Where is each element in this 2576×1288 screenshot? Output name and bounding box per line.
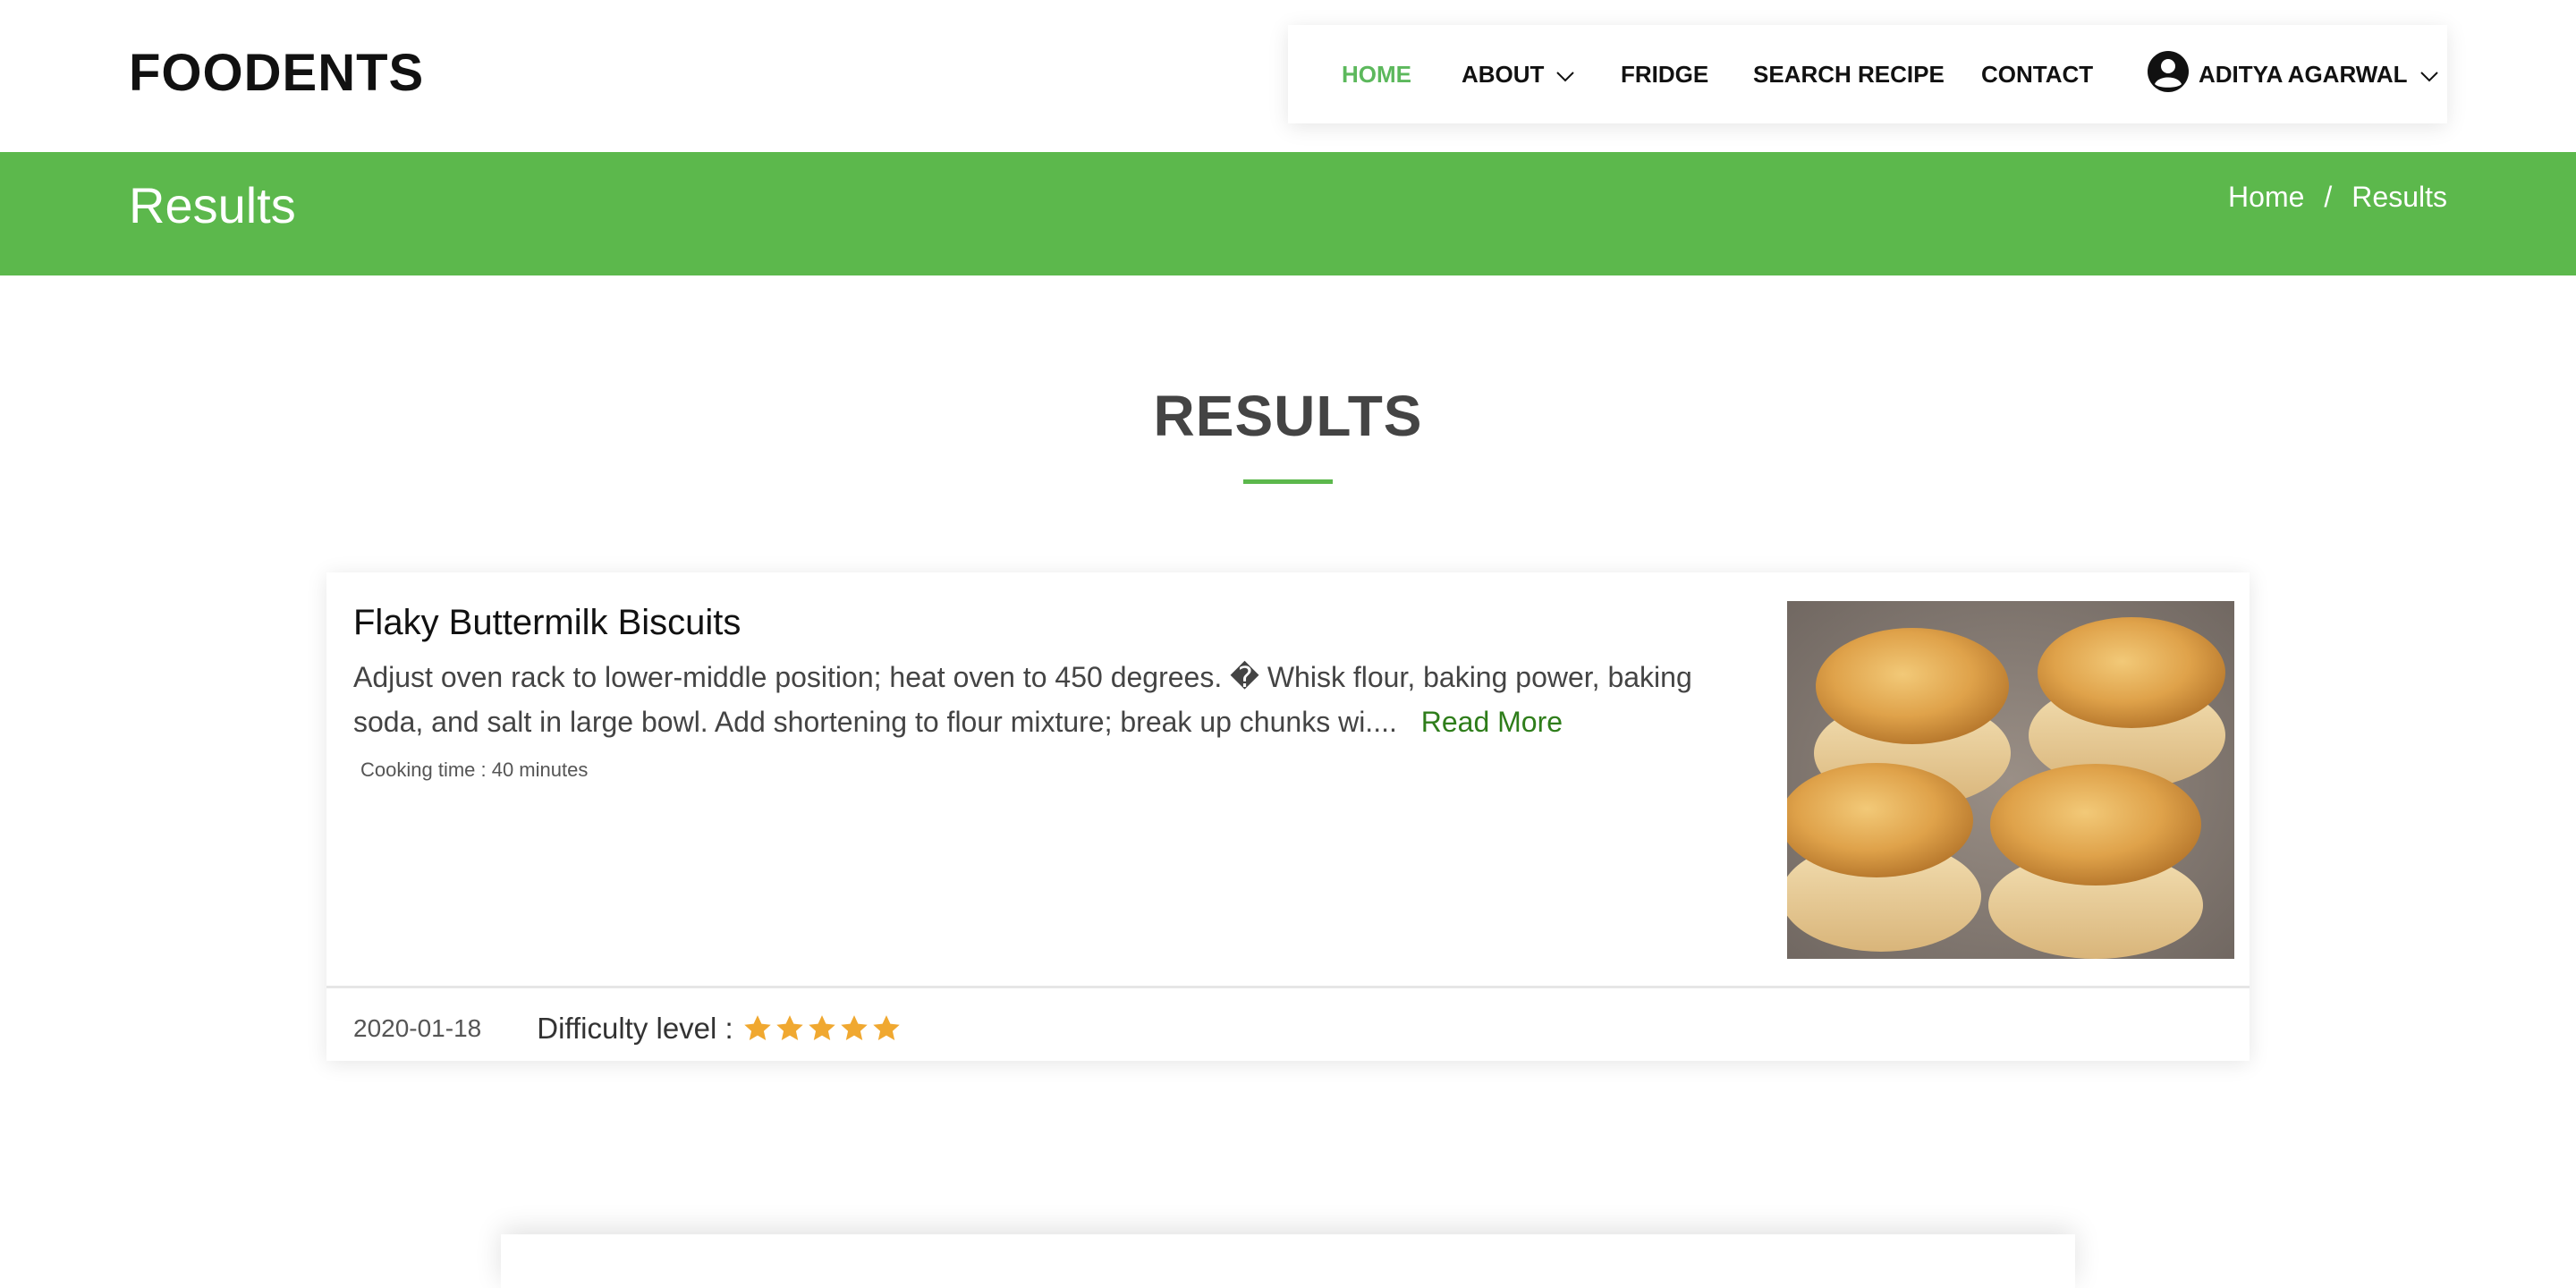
breadcrumb-separator: / <box>2324 181 2333 213</box>
star-icon <box>808 1015 835 1041</box>
nav-user-menu[interactable]: ADITYA AGARWAL <box>2147 25 2438 123</box>
recipe-card: Flaky Buttermilk Biscuits Adjust oven ra… <box>326 572 2250 1061</box>
star-icon <box>872 1015 900 1041</box>
user-circle-icon <box>2147 50 2190 99</box>
breadcrumb-home[interactable]: Home <box>2228 181 2304 214</box>
next-card-partial <box>501 1234 2075 1288</box>
section-underline <box>1243 479 1333 484</box>
user-name: ADITYA AGARWAL <box>2199 60 2408 88</box>
nav-search-recipe[interactable]: SEARCH RECIPE <box>1753 25 1945 123</box>
star-icon <box>743 1015 771 1041</box>
star-icon <box>840 1015 868 1041</box>
read-more-link[interactable]: Read More <box>1421 706 1563 738</box>
nav-fridge[interactable]: FRIDGE <box>1621 25 1708 123</box>
recipe-description: Adjust oven rack to lower-middle positio… <box>353 655 1758 744</box>
card-footer: 2020-01-18 Difficulty level : <box>353 1006 902 1051</box>
site-header: FOODENTS HOME ABOUT FRIDGE SEARCH RECIPE… <box>0 0 2576 152</box>
star-icon <box>775 1015 803 1041</box>
card-divider <box>326 986 2250 988</box>
breadcrumb-current: Results <box>2351 181 2447 213</box>
breadcrumb: Home / Results <box>2228 181 2447 214</box>
recipe-date: 2020-01-18 <box>353 1014 482 1042</box>
chevron-down-icon <box>1556 61 1575 89</box>
page-title: Results <box>129 177 296 233</box>
difficulty-stars <box>742 1013 902 1044</box>
page-banner: Results Home / Results <box>0 152 2576 275</box>
recipe-image[interactable] <box>1787 601 2234 959</box>
biscuits-photo <box>1787 601 2234 959</box>
nav-home[interactable]: HOME <box>1342 25 1411 123</box>
cooking-time: Cooking time : 40 minutes <box>360 758 589 781</box>
nav-contact[interactable]: CONTACT <box>1981 25 2093 123</box>
section-title: RESULTS <box>1153 384 1423 448</box>
site-logo[interactable]: FOODENTS <box>129 43 424 103</box>
main-nav: HOME ABOUT FRIDGE SEARCH RECIPE CONTACT … <box>1288 25 2447 123</box>
nav-about[interactable]: ABOUT <box>1462 25 1575 123</box>
difficulty-label: Difficulty level : <box>537 1012 733 1045</box>
recipe-title[interactable]: Flaky Buttermilk Biscuits <box>353 603 741 643</box>
nav-about-label: ABOUT <box>1462 60 1545 88</box>
chevron-down-icon <box>2419 61 2438 89</box>
